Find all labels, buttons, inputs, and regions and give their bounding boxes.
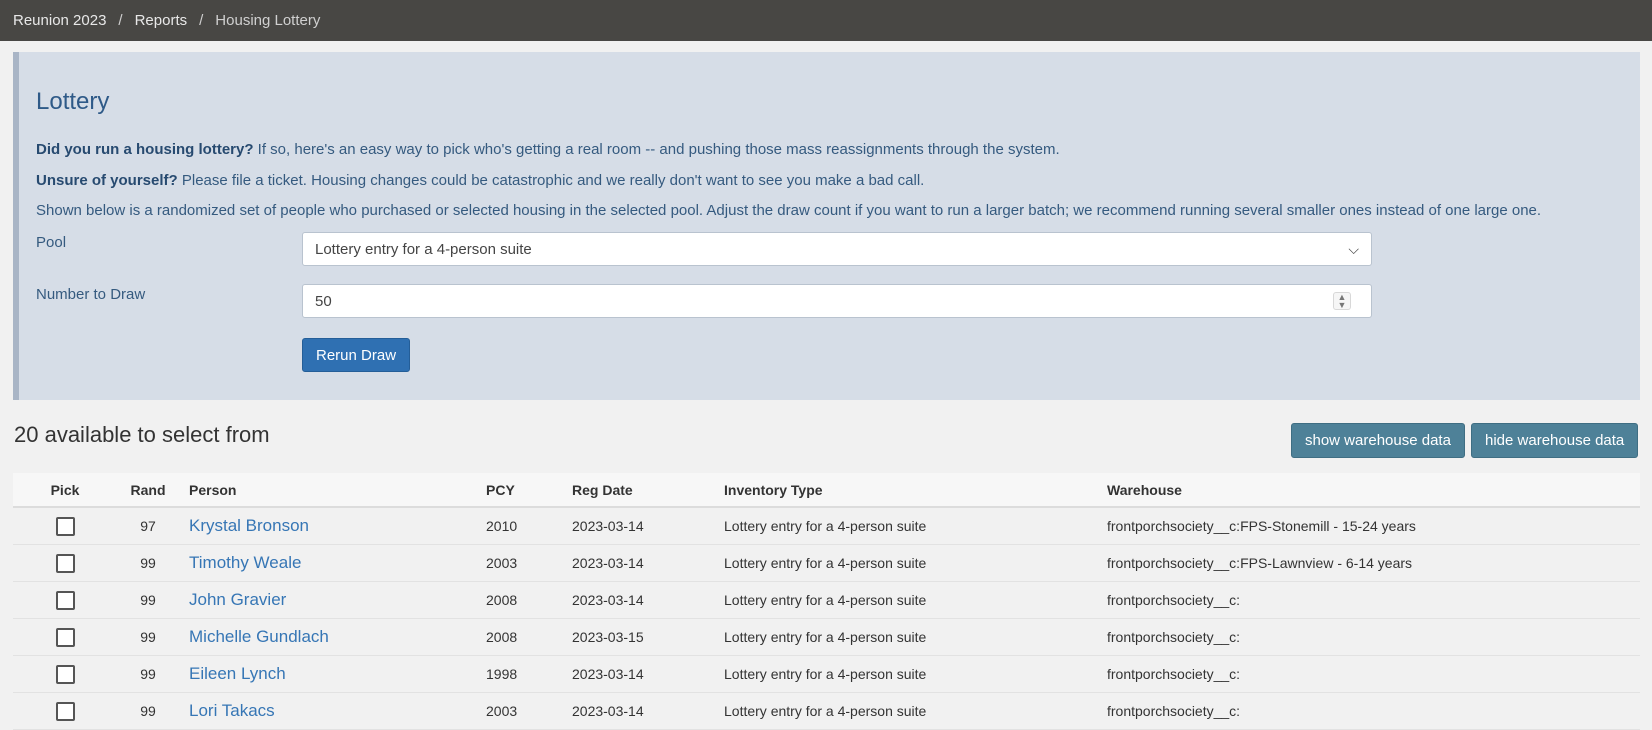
pool-select[interactable]: Lottery entry for a 4-person suite ⌵ [302, 232, 1372, 266]
panel-title: Lottery [36, 88, 110, 115]
pick-checkbox[interactable] [55, 590, 75, 610]
intro-bold-1: Did you run a housing lottery? [36, 141, 254, 158]
inventory-type-cell: Lottery entry for a 4-person suite [724, 655, 1107, 693]
column-header-pick: Pick [13, 473, 117, 508]
pick-checkbox[interactable] [55, 516, 75, 536]
intro-bold-2: Unsure of yourself? [36, 172, 178, 189]
pcy-cell: 2010 [486, 507, 572, 545]
rand-cell: 99 [117, 544, 179, 582]
rand-cell: 99 [117, 692, 179, 730]
person-link[interactable]: Lori Takacs [189, 701, 275, 720]
pick-checkbox[interactable] [55, 553, 75, 573]
reg-date-cell: 2023-03-15 [572, 618, 724, 656]
warehouse-cell: frontporchsociety__c: [1107, 655, 1640, 693]
draw-count-input[interactable]: 50 ▲ ▼ [302, 284, 1372, 318]
table-row: 99 Timothy Weale 2003 2023-03-14 Lottery… [13, 544, 1640, 582]
inventory-type-cell: Lottery entry for a 4-person suite [724, 544, 1107, 582]
chevron-down-icon: ⌵ [1348, 241, 1359, 257]
rand-cell: 99 [117, 581, 179, 619]
pcy-cell: 2003 [486, 692, 572, 730]
available-count-title: 20 available to select from [14, 422, 270, 447]
pcy-cell: 2008 [486, 581, 572, 619]
rand-cell: 99 [117, 655, 179, 693]
table-row: 99 Lori Takacs 2003 2023-03-14 Lottery e… [13, 692, 1640, 730]
draw-count-label: Number to Draw [36, 286, 146, 303]
intro-paragraph-2: Unsure of yourself? Please file a ticket… [36, 172, 924, 189]
intro-paragraph-1: Did you run a housing lottery? If so, he… [36, 141, 1060, 158]
breadcrumb: Reunion 2023 / Reports / Housing Lottery [0, 0, 1652, 41]
show-warehouse-button[interactable]: show warehouse data [1291, 423, 1465, 458]
column-header-inventory-type: Inventory Type [724, 473, 1107, 508]
warehouse-cell: frontporchsociety__c: [1107, 618, 1640, 656]
breadcrumb-item-reports[interactable]: Reports [135, 12, 188, 29]
pcy-cell: 1998 [486, 655, 572, 693]
inventory-type-cell: Lottery entry for a 4-person suite [724, 581, 1107, 619]
pick-checkbox[interactable] [55, 627, 75, 647]
pcy-cell: 2008 [486, 618, 572, 656]
inventory-type-cell: Lottery entry for a 4-person suite [724, 618, 1107, 656]
person-link[interactable]: Krystal Bronson [189, 516, 309, 535]
breadcrumb-separator: / [199, 12, 204, 29]
reg-date-cell: 2023-03-14 [572, 544, 724, 582]
table-row: 99 Michelle Gundlach 2008 2023-03-15 Lot… [13, 618, 1640, 656]
table-row: 99 John Gravier 2008 2023-03-14 Lottery … [13, 581, 1640, 619]
reg-date-cell: 2023-03-14 [572, 655, 724, 693]
table-row: 99 Eileen Lynch 1998 2023-03-14 Lottery … [13, 655, 1640, 693]
breadcrumb-item-current: Housing Lottery [215, 12, 321, 29]
column-header-reg-date: Reg Date [572, 473, 724, 508]
rerun-draw-button[interactable]: Rerun Draw [302, 338, 411, 372]
draw-count-value: 50 [315, 292, 332, 310]
inventory-type-cell: Lottery entry for a 4-person suite [724, 507, 1107, 545]
person-link[interactable]: Eileen Lynch [189, 664, 286, 683]
reg-date-cell: 2023-03-14 [572, 581, 724, 619]
person-link[interactable]: Michelle Gundlach [189, 627, 329, 646]
hide-warehouse-button[interactable]: hide warehouse data [1471, 423, 1639, 458]
inventory-type-cell: Lottery entry for a 4-person suite [724, 692, 1107, 730]
person-link[interactable]: John Gravier [189, 590, 286, 609]
intro-text-2: Please file a ticket. Housing changes co… [177, 172, 925, 189]
lottery-panel: Lottery Did you run a housing lottery? I… [13, 52, 1640, 400]
column-header-rand: Rand [117, 473, 179, 508]
pick-checkbox[interactable] [55, 701, 75, 721]
column-header-pcy: PCY [486, 473, 572, 508]
rand-cell: 99 [117, 618, 179, 656]
intro-paragraph-3: Shown below is a randomized set of peopl… [36, 202, 1542, 219]
warehouse-cell: frontporchsociety__c:FPS-Stonemill - 15-… [1107, 507, 1640, 545]
breadcrumb-separator: / [118, 12, 123, 29]
warehouse-cell: frontporchsociety__c: [1107, 692, 1640, 730]
rand-cell: 97 [117, 507, 179, 545]
pool-select-value: Lottery entry for a 4-person suite [315, 240, 532, 258]
pick-checkbox[interactable] [55, 664, 75, 684]
warehouse-cell: frontporchsociety__c: [1107, 581, 1640, 619]
table-row: 97 Krystal Bronson 2010 2023-03-14 Lotte… [13, 507, 1640, 545]
column-header-warehouse: Warehouse [1107, 473, 1640, 508]
column-header-person: Person [179, 473, 486, 508]
number-spinner-icon[interactable]: ▲ ▼ [1333, 292, 1351, 310]
table-header-row: Pick Rand Person PCY Reg Date Inventory … [13, 473, 1640, 508]
person-link[interactable]: Timothy Weale [189, 553, 301, 572]
breadcrumb-item-reunion[interactable]: Reunion 2023 [13, 12, 106, 29]
reg-date-cell: 2023-03-14 [572, 507, 724, 545]
reg-date-cell: 2023-03-14 [572, 692, 724, 730]
lottery-table: Pick Rand Person PCY Reg Date Inventory … [13, 473, 1640, 730]
pool-label: Pool [36, 234, 67, 251]
intro-text-1: If so, here's an easy way to pick who's … [253, 141, 1060, 158]
warehouse-cell: frontporchsociety__c:FPS-Lawnview - 6-14… [1107, 544, 1640, 582]
pcy-cell: 2003 [486, 544, 572, 582]
